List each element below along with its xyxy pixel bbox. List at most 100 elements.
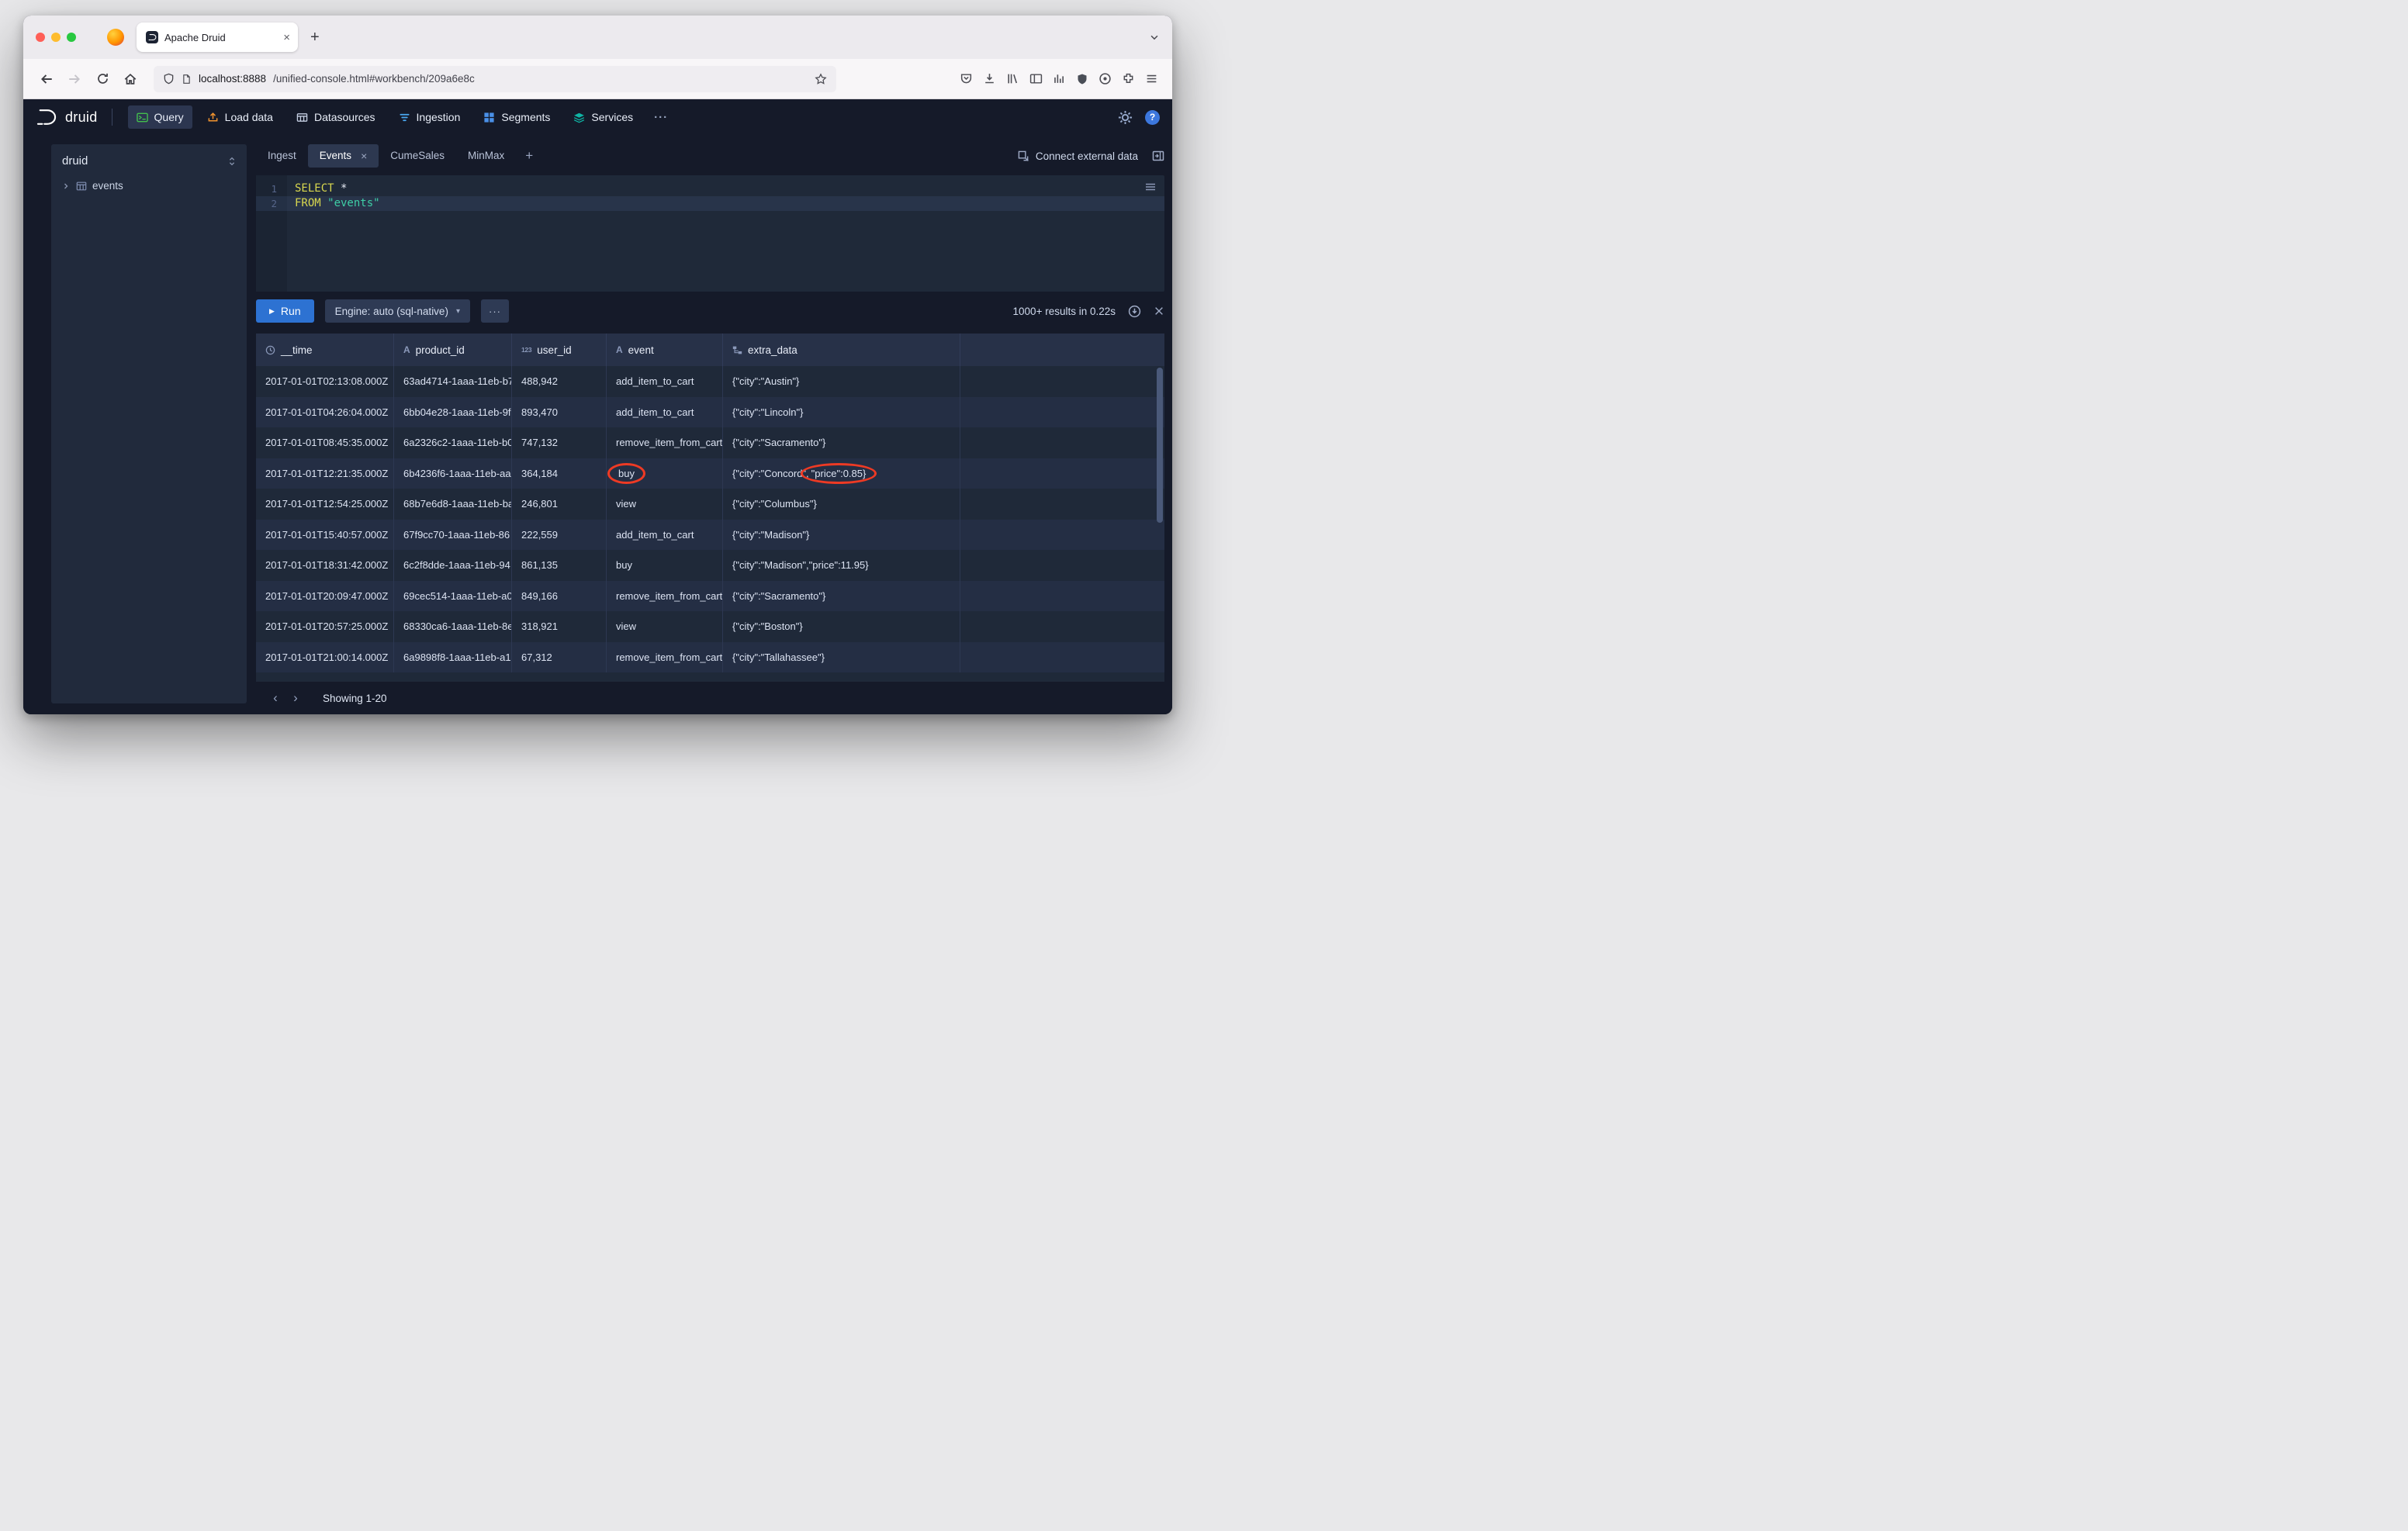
- shield-icon[interactable]: [163, 73, 175, 85]
- table-cell[interactable]: {"city":"Madison","price":11.95}: [723, 550, 960, 581]
- nav-more-icon[interactable]: ···: [648, 111, 674, 124]
- table-cell[interactable]: remove_item_from_cart: [607, 427, 723, 458]
- browser-tab[interactable]: Apache Druid ×: [137, 22, 298, 52]
- table-row[interactable]: 2017-01-01T08:45:35.000Z6a2326c2-1aaa-11…: [256, 427, 1164, 458]
- close-tab-icon[interactable]: ×: [361, 144, 367, 168]
- table-cell[interactable]: add_item_to_cart: [607, 397, 723, 428]
- table-cell[interactable]: 6a9898f8-1aaa-11eb-a1: [394, 642, 512, 673]
- library-icon[interactable]: [1006, 72, 1019, 85]
- table-row[interactable]: 2017-01-01T04:26:04.000Z6bb04e28-1aaa-11…: [256, 397, 1164, 428]
- fullscreen-window-button[interactable]: [67, 33, 76, 42]
- nav-load-data[interactable]: Load data: [199, 105, 282, 129]
- privacy-badge-icon[interactable]: [1098, 72, 1112, 85]
- table-cell[interactable]: buy: [607, 458, 723, 489]
- equalizer-icon[interactable]: [1053, 72, 1066, 85]
- close-results-icon[interactable]: [1154, 306, 1164, 316]
- column-header-extra-data[interactable]: extra_data: [723, 334, 960, 366]
- table-cell[interactable]: {"city":"Sacramento"}: [723, 427, 960, 458]
- table-cell[interactable]: {"city":"Columbus"}: [723, 489, 960, 520]
- sidebar-toggle-icon[interactable]: [1029, 72, 1043, 85]
- tab-cumesales[interactable]: CumeSales: [379, 144, 456, 168]
- table-cell[interactable]: {"city":"Tallahassee"}: [723, 642, 960, 673]
- firefox-icon[interactable]: [107, 29, 124, 46]
- table-cell[interactable]: add_item_to_cart: [607, 520, 723, 551]
- table-row[interactable]: 2017-01-01T15:40:57.000Z67f9cc70-1aaa-11…: [256, 520, 1164, 551]
- settings-gear-icon[interactable]: [1118, 110, 1133, 125]
- table-cell[interactable]: 6b4236f6-1aaa-11eb-aa: [394, 458, 512, 489]
- downloads-icon[interactable]: [983, 72, 996, 85]
- tab-list-chevron-icon[interactable]: [1149, 32, 1160, 43]
- table-cell[interactable]: {"city":"Sacramento"}: [723, 581, 960, 612]
- menu-icon[interactable]: [1145, 72, 1158, 85]
- column-header-time[interactable]: __time: [256, 334, 394, 366]
- nav-datasources[interactable]: Datasources: [288, 105, 384, 129]
- sql-editor[interactable]: 1 SELECT * 2 FROM "events": [256, 175, 1164, 292]
- druid-logo-icon[interactable]: [36, 108, 57, 126]
- prev-page-icon[interactable]: ‹: [265, 690, 285, 706]
- nav-services[interactable]: Services: [565, 105, 642, 129]
- engine-select[interactable]: Engine: auto (sql-native) ▾: [325, 299, 470, 323]
- run-button[interactable]: ▶ Run: [256, 299, 314, 323]
- close-window-button[interactable]: [36, 33, 45, 42]
- table-cell[interactable]: 2017-01-01T20:09:47.000Z: [256, 581, 394, 612]
- table-cell[interactable]: 849,166: [512, 581, 607, 612]
- extensions-puzzle-icon[interactable]: [1122, 72, 1135, 85]
- table-cell[interactable]: {"city":"Austin"}: [723, 366, 960, 397]
- table-cell[interactable]: 861,135: [512, 550, 607, 581]
- reload-icon[interactable]: [90, 67, 115, 92]
- table-cell[interactable]: {"city":"Concord","price":0.85}: [723, 458, 960, 489]
- table-cell[interactable]: 893,470: [512, 397, 607, 428]
- table-cell[interactable]: remove_item_from_cart: [607, 581, 723, 612]
- sort-icon[interactable]: [227, 156, 237, 167]
- tab-minmax[interactable]: MinMax: [456, 144, 516, 168]
- table-cell[interactable]: 488,942: [512, 366, 607, 397]
- table-cell[interactable]: 67f9cc70-1aaa-11eb-86: [394, 520, 512, 551]
- new-tab-button[interactable]: +: [310, 29, 320, 45]
- table-row[interactable]: 2017-01-01T12:21:35.000Z6b4236f6-1aaa-11…: [256, 458, 1164, 489]
- table-cell[interactable]: view: [607, 489, 723, 520]
- next-page-icon[interactable]: ›: [285, 690, 306, 706]
- table-cell[interactable]: 2017-01-01T08:45:35.000Z: [256, 427, 394, 458]
- table-cell[interactable]: 318,921: [512, 611, 607, 642]
- table-cell[interactable]: 2017-01-01T20:57:25.000Z: [256, 611, 394, 642]
- table-cell[interactable]: 2017-01-01T12:21:35.000Z: [256, 458, 394, 489]
- table-cell[interactable]: add_item_to_cart: [607, 366, 723, 397]
- table-cell[interactable]: 747,132: [512, 427, 607, 458]
- back-icon[interactable]: [34, 67, 59, 92]
- forward-icon[interactable]: [62, 67, 87, 92]
- new-query-tab-button[interactable]: +: [516, 148, 542, 164]
- table-cell[interactable]: 2017-01-01T18:31:42.000Z: [256, 550, 394, 581]
- column-header-product-id[interactable]: A product_id: [394, 334, 512, 366]
- table-cell[interactable]: 222,559: [512, 520, 607, 551]
- table-row[interactable]: 2017-01-01T18:31:42.000Z6c2f8dde-1aaa-11…: [256, 550, 1164, 581]
- pocket-icon[interactable]: [960, 72, 973, 85]
- table-cell[interactable]: 2017-01-01T04:26:04.000Z: [256, 397, 394, 428]
- table-cell[interactable]: 6a2326c2-1aaa-11eb-b0: [394, 427, 512, 458]
- table-cell[interactable]: 63ad4714-1aaa-11eb-b7: [394, 366, 512, 397]
- table-row[interactable]: 2017-01-01T21:00:14.000Z6a9898f8-1aaa-11…: [256, 642, 1164, 673]
- bookmark-star-icon[interactable]: [815, 73, 827, 85]
- table-cell[interactable]: 2017-01-01T21:00:14.000Z: [256, 642, 394, 673]
- details-panel-icon[interactable]: [1152, 150, 1164, 162]
- table-cell[interactable]: 2017-01-01T12:54:25.000Z: [256, 489, 394, 520]
- nav-ingestion[interactable]: Ingestion: [390, 105, 469, 129]
- table-cell[interactable]: {"city":"Lincoln"}: [723, 397, 960, 428]
- table-cell[interactable]: {"city":"Boston"}: [723, 611, 960, 642]
- sidebar-item-events[interactable]: events: [51, 175, 247, 196]
- column-header-event[interactable]: A event: [607, 334, 723, 366]
- table-cell[interactable]: 67,312: [512, 642, 607, 673]
- table-row[interactable]: 2017-01-01T12:54:25.000Z68b7e6d8-1aaa-11…: [256, 489, 1164, 520]
- download-results-icon[interactable]: [1128, 305, 1141, 318]
- table-cell[interactable]: view: [607, 611, 723, 642]
- run-more-button[interactable]: ···: [481, 299, 509, 323]
- table-cell[interactable]: 68b7e6d8-1aaa-11eb-ba: [394, 489, 512, 520]
- table-cell[interactable]: 364,184: [512, 458, 607, 489]
- table-cell[interactable]: remove_item_from_cart: [607, 642, 723, 673]
- tab-ingest[interactable]: Ingest: [256, 144, 308, 168]
- help-icon[interactable]: ?: [1145, 110, 1160, 125]
- table-cell[interactable]: {"city":"Madison"}: [723, 520, 960, 551]
- table-cell[interactable]: 69cec514-1aaa-11eb-a0: [394, 581, 512, 612]
- column-header-user-id[interactable]: 123 user_id: [512, 334, 607, 366]
- table-cell[interactable]: 68330ca6-1aaa-11eb-8e: [394, 611, 512, 642]
- chevron-right-icon[interactable]: [61, 181, 71, 191]
